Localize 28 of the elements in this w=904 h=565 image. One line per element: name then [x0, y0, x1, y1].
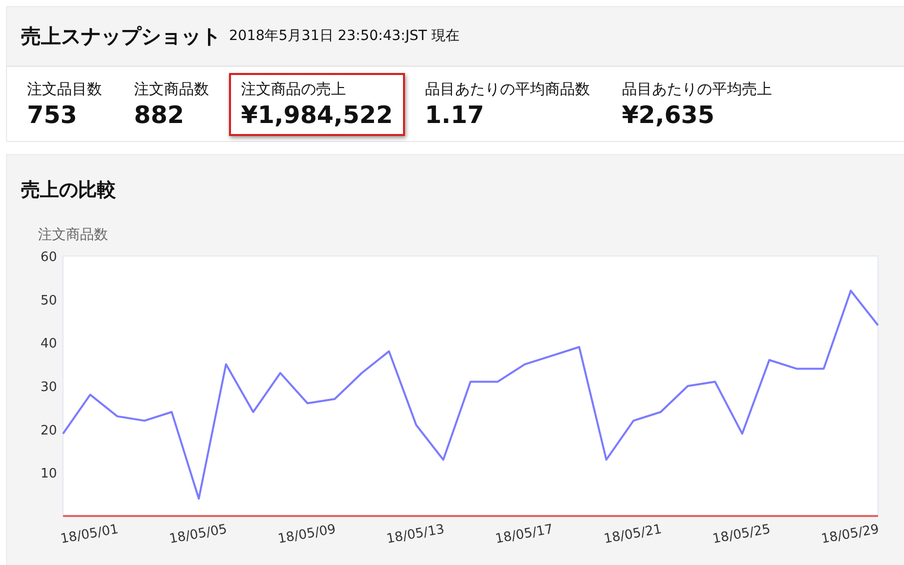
tick-label: 18/05/09 — [276, 522, 337, 547]
metric-value: 882 — [134, 100, 186, 128]
tick-label: 18/05/29 — [820, 522, 880, 547]
tick-label: 18/05/05 — [168, 522, 228, 547]
tick-label: 60 — [40, 250, 57, 265]
tick-label: 40 — [40, 336, 57, 352]
tick-label: 50 — [40, 293, 57, 308]
tick-label: 18/05/17 — [494, 522, 554, 547]
metric-value: 1.17 — [424, 100, 486, 128]
snapshot-title: 売上スナップショット — [21, 22, 221, 50]
tick-label: 18/05/25 — [712, 522, 772, 547]
chart-title: 売上の比較 — [21, 178, 117, 203]
tick-label: 10 — [40, 466, 57, 482]
metric-value: ¥2,635 — [622, 100, 716, 128]
metric-value: 753 — [27, 100, 78, 128]
tick-label: 18/05/13 — [386, 522, 446, 547]
metric-label: 注文商品数 — [134, 80, 209, 98]
metric-label: 注文品目数 — [27, 80, 102, 98]
metric-value: ¥1,984,522 — [241, 100, 393, 128]
timestamp: 2018年5月31日 23:50:43:JST 現在 — [229, 27, 460, 45]
metric-label: 品目あたりの平均商品数 — [424, 80, 590, 98]
tick-label: 18/05/21 — [602, 522, 663, 547]
tick-label: 30 — [40, 380, 57, 395]
axis-title: 注文商品数 — [38, 227, 108, 243]
tick-label: 20 — [40, 423, 57, 438]
tick-label: 18/05/01 — [60, 522, 120, 547]
metric-label: 注文商品の売上 — [241, 80, 347, 98]
metric-label: 品目あたりの平均売上 — [622, 80, 772, 98]
